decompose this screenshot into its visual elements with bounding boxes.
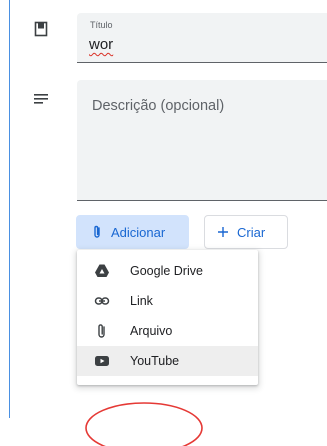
add-button-label: Adicionar [111, 224, 166, 240]
create-button-label: Criar [237, 224, 266, 240]
description-lines-icon [34, 94, 48, 104]
description-input[interactable]: Descrição (opcional) [77, 80, 327, 201]
red-annotation-circle [85, 402, 203, 446]
google-drive-icon [95, 264, 109, 277]
create-button[interactable]: Criar [204, 215, 288, 249]
assignment-form: Título wor Descrição (opcional) Adiciona… [0, 0, 327, 446]
title-field-label: Título [90, 20, 113, 30]
menu-item-label: Google Drive [130, 264, 203, 278]
paperclip-icon [98, 324, 105, 338]
title-bookmark-icon [34, 21, 48, 37]
plus-icon [218, 227, 228, 237]
description-placeholder: Descrição (opcional) [92, 98, 225, 114]
paperclip-icon [94, 225, 100, 238]
menu-item-label: Arquivo [130, 324, 173, 338]
menu-item-link[interactable]: Link [77, 286, 258, 316]
menu-item-label: YouTube [130, 354, 180, 368]
link-icon [94, 297, 110, 305]
menu-item-google-drive[interactable]: Google Drive [77, 256, 258, 286]
attach-menu: Google Drive Link Arquivo YouTube [77, 250, 258, 385]
youtube-icon [95, 356, 109, 366]
title-field-value[interactable]: wor [89, 36, 113, 53]
menu-item-arquivo[interactable]: Arquivo [77, 316, 258, 346]
title-input[interactable]: Título wor [77, 13, 327, 63]
left-divider [9, 0, 10, 418]
menu-item-label: Link [130, 294, 153, 308]
add-attachment-button[interactable]: Adicionar [76, 215, 189, 249]
menu-item-youtube[interactable]: YouTube [77, 346, 258, 376]
